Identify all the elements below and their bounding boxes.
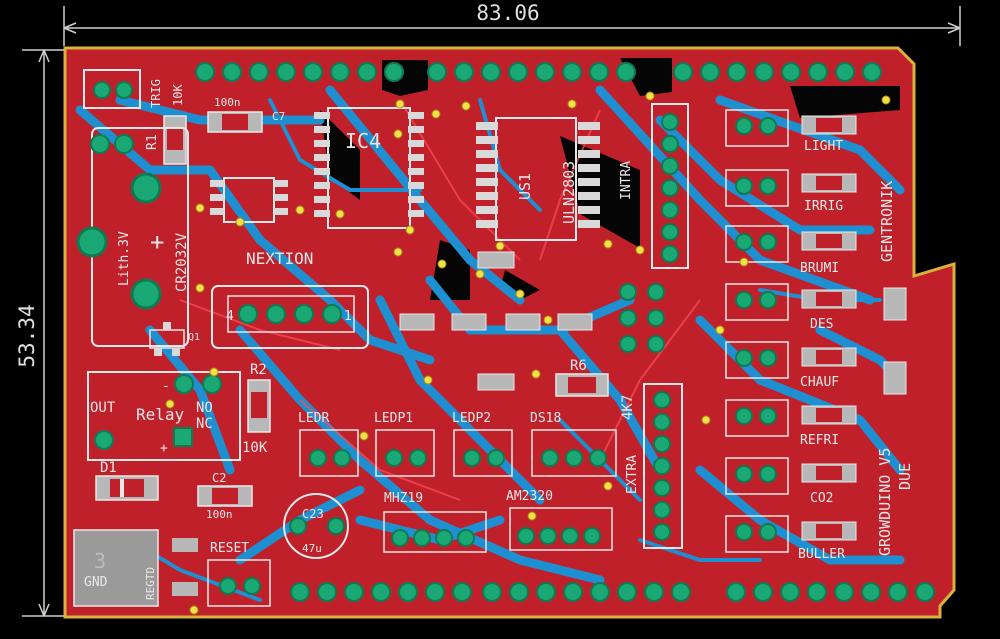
- trig-label: TRIG: [149, 79, 163, 108]
- r2-resistor: [247, 379, 271, 433]
- hundred-n-bottom-label: 100n: [206, 508, 233, 521]
- growduino-label: GROWDUINO V5: [876, 448, 894, 556]
- r1-label: R1: [145, 134, 160, 150]
- gentronik-label: GENTRONIK: [878, 181, 896, 262]
- relay-label: Relay: [136, 405, 185, 424]
- ledr-label: LEDR: [298, 411, 329, 426]
- c2-capacitor: [197, 485, 253, 507]
- svg-text:-: -: [162, 379, 170, 394]
- reset-label: RESET: [210, 541, 249, 556]
- ds18-label: DS18: [530, 411, 561, 426]
- fourk7-label: 4K7: [620, 395, 636, 420]
- relay-no-label: NO: [196, 400, 213, 416]
- ledp2-label: LEDP2: [452, 411, 491, 426]
- ic4-label: IC4: [345, 129, 381, 153]
- irrig-label: IRRIG: [804, 199, 843, 214]
- c23-label: C23: [302, 507, 324, 521]
- buller-label: BULLER: [798, 547, 845, 562]
- svg-text:3: 3: [94, 549, 106, 573]
- tenk-top-label: 10K: [171, 84, 185, 106]
- intra-label: INTRA: [619, 161, 634, 200]
- gnd-label: GND: [84, 575, 108, 590]
- chauf-label: CHAUF: [800, 375, 839, 390]
- tenk-left-label: 10K: [242, 440, 268, 456]
- q1-label: Q1: [188, 332, 200, 343]
- light-label: LIGHT: [804, 139, 843, 154]
- pcb-board-view: 83.06 53.34 IC4 US1 ULN2803 INTRA TRIG 1…: [0, 0, 1000, 639]
- relay-out-label: OUT: [90, 400, 116, 416]
- mhz19-label: MHZ19: [384, 491, 423, 506]
- d1-diode: [95, 475, 159, 501]
- nextion-pin-1: 1: [344, 309, 352, 324]
- refri-label: REFRI: [800, 433, 839, 448]
- height-dimension-label: 53.34: [15, 304, 39, 367]
- nextion-label: NEXTION: [246, 249, 313, 268]
- cr2032-label: CR2032V: [174, 232, 190, 292]
- d1-label: D1: [100, 460, 117, 476]
- nextion-pin-4: 4: [226, 309, 234, 324]
- brumi-label: BRUMI: [800, 261, 839, 276]
- svg-text:+: +: [150, 228, 164, 256]
- c7-label: C7: [272, 110, 285, 123]
- lith-label: Lith.3V: [117, 231, 132, 286]
- des-label: DES: [810, 317, 833, 332]
- regtd-label: REGTD: [144, 567, 157, 600]
- r1-resistor: [163, 115, 187, 165]
- extra-label: EXTRA: [625, 455, 640, 494]
- c7-capacitor: [207, 111, 263, 133]
- due-label: DUE: [896, 463, 914, 490]
- fortyseven-u-label: 47u: [302, 542, 322, 555]
- relay-nc-label: NC: [196, 416, 213, 432]
- c2-label: C2: [212, 471, 226, 485]
- ledp1-label: LEDP1: [374, 411, 413, 426]
- r6-resistor: [555, 373, 609, 397]
- uln2803-label: ULN2803: [560, 161, 578, 224]
- svg-text:+: +: [160, 441, 168, 456]
- am2320-label: AM2320: [506, 489, 553, 504]
- us1-label: US1: [516, 173, 534, 200]
- r6-label: R6: [570, 358, 587, 374]
- width-dimension-label: 83.06: [476, 1, 539, 25]
- hundred-n-top-label: 100n: [214, 96, 241, 109]
- co2-label: CO2: [810, 491, 833, 506]
- r2-label: R2: [250, 362, 267, 378]
